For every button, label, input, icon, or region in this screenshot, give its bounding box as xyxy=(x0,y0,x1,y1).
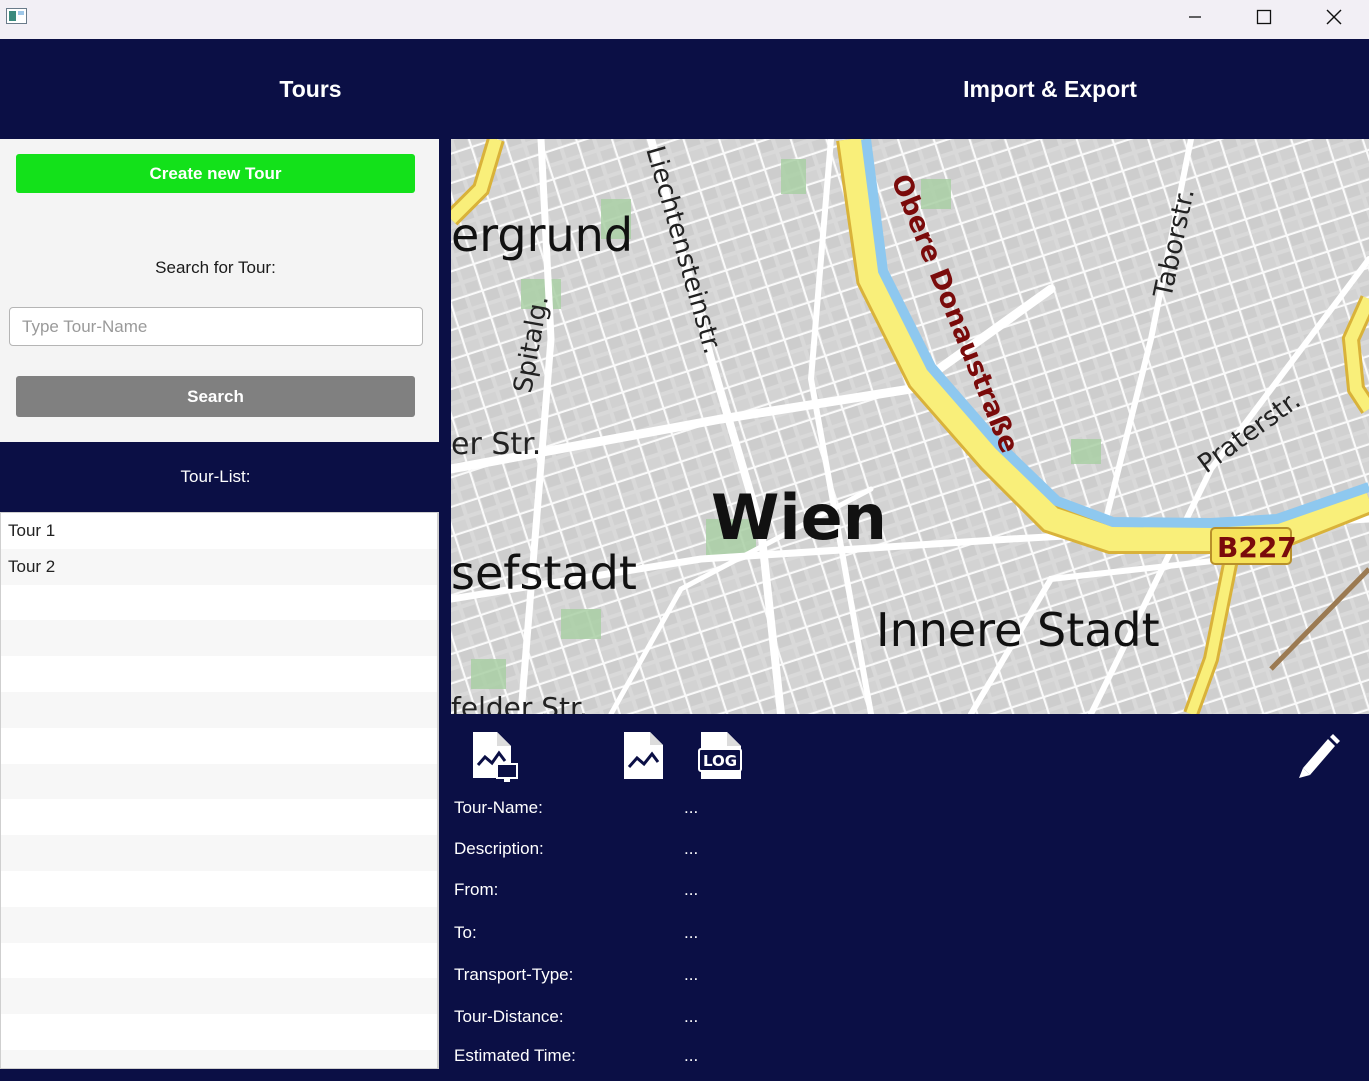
to-value: ... xyxy=(684,923,699,942)
tour-details-panel: LOG Tour-Name: ... Description: ... From… xyxy=(451,714,1369,1081)
report-button[interactable] xyxy=(471,731,519,788)
maximize-button[interactable] xyxy=(1229,0,1299,34)
list-item-empty xyxy=(1,656,437,692)
app-icon xyxy=(6,8,27,24)
list-item-empty xyxy=(1,620,437,657)
list-item-empty xyxy=(1,763,437,800)
search-input[interactable] xyxy=(9,307,423,346)
tour-name-value: ... xyxy=(684,798,699,817)
map-label-sefstadt: sefstadt xyxy=(451,546,637,600)
estimated-time-value: ... xyxy=(684,1046,699,1065)
list-item[interactable]: Tour 1 xyxy=(1,513,437,549)
summary-report-button[interactable] xyxy=(623,731,665,786)
create-tour-button[interactable]: Create new Tour xyxy=(16,154,415,193)
list-item-empty xyxy=(1,870,437,907)
list-item-empty xyxy=(1,906,437,943)
list-item-empty xyxy=(1,799,437,836)
map-label-wien: Wien xyxy=(711,481,887,554)
list-item[interactable]: Tour 2 xyxy=(1,548,437,585)
close-icon xyxy=(1326,9,1342,25)
minimize-icon xyxy=(1189,16,1201,18)
list-item-empty xyxy=(1,691,437,728)
transport-type-label: Transport-Type: xyxy=(454,965,574,984)
map-label-ergrund: ergrund xyxy=(451,208,633,262)
tab-import-export[interactable]: Import & Export xyxy=(740,39,1360,139)
transport-type-value: ... xyxy=(684,965,699,984)
search-button[interactable]: Search xyxy=(16,376,415,417)
map-label-er-str: er Str. xyxy=(451,427,541,462)
edit-button[interactable] xyxy=(1294,733,1342,786)
from-value: ... xyxy=(684,880,699,899)
tour-map[interactable]: ergrund sefstadt Wien Innere Stadt er St… xyxy=(451,139,1369,714)
map-label-b227: B227 xyxy=(1217,531,1297,564)
to-label: To: xyxy=(454,923,477,942)
list-item-empty xyxy=(1,727,437,764)
estimated-time-label: Estimated Time: xyxy=(454,1046,576,1065)
from-label: From: xyxy=(454,880,499,899)
list-item-empty xyxy=(1,1049,437,1068)
list-item-empty xyxy=(1,835,437,871)
tour-distance-label: Tour-Distance: xyxy=(454,1007,564,1026)
tour-list[interactable]: Tour 1 Tour 2 xyxy=(0,512,439,1069)
log-button[interactable]: LOG xyxy=(697,731,743,786)
log-icon: LOG xyxy=(698,732,742,779)
summary-report-icon xyxy=(624,732,663,779)
map-canvas: ergrund sefstadt Wien Innere Stadt er St… xyxy=(451,139,1369,714)
list-item-empty xyxy=(1,1014,437,1050)
tour-distance-value: ... xyxy=(684,1007,699,1026)
description-label: Description: xyxy=(454,839,544,858)
search-label: Search for Tour: xyxy=(155,258,276,277)
close-button[interactable] xyxy=(1299,0,1369,34)
maximize-icon xyxy=(1256,9,1272,25)
svg-text:LOG: LOG xyxy=(703,752,737,770)
map-label-felder-str: felder Str. xyxy=(451,691,588,714)
tour-name-label: Tour-Name: xyxy=(454,798,543,817)
edit-icon xyxy=(1299,734,1340,778)
map-label-innere-stadt: Innere Stadt xyxy=(876,603,1160,657)
list-item-empty xyxy=(1,942,437,979)
list-item-empty xyxy=(1,584,437,621)
list-item-empty xyxy=(1,978,437,1015)
app-header: Tours Import & Export xyxy=(0,39,1369,139)
tour-controls-panel: Create new Tour Search for Tour: Search xyxy=(0,139,439,442)
tab-tours[interactable]: Tours xyxy=(0,39,621,139)
tour-list-header: Tour-List: xyxy=(0,442,439,512)
report-icon xyxy=(473,732,518,782)
tour-list-label: Tour-List: xyxy=(180,467,251,486)
minimize-button[interactable] xyxy=(1160,0,1230,34)
description-value: ... xyxy=(684,839,699,858)
window-titlebar xyxy=(0,0,1369,39)
